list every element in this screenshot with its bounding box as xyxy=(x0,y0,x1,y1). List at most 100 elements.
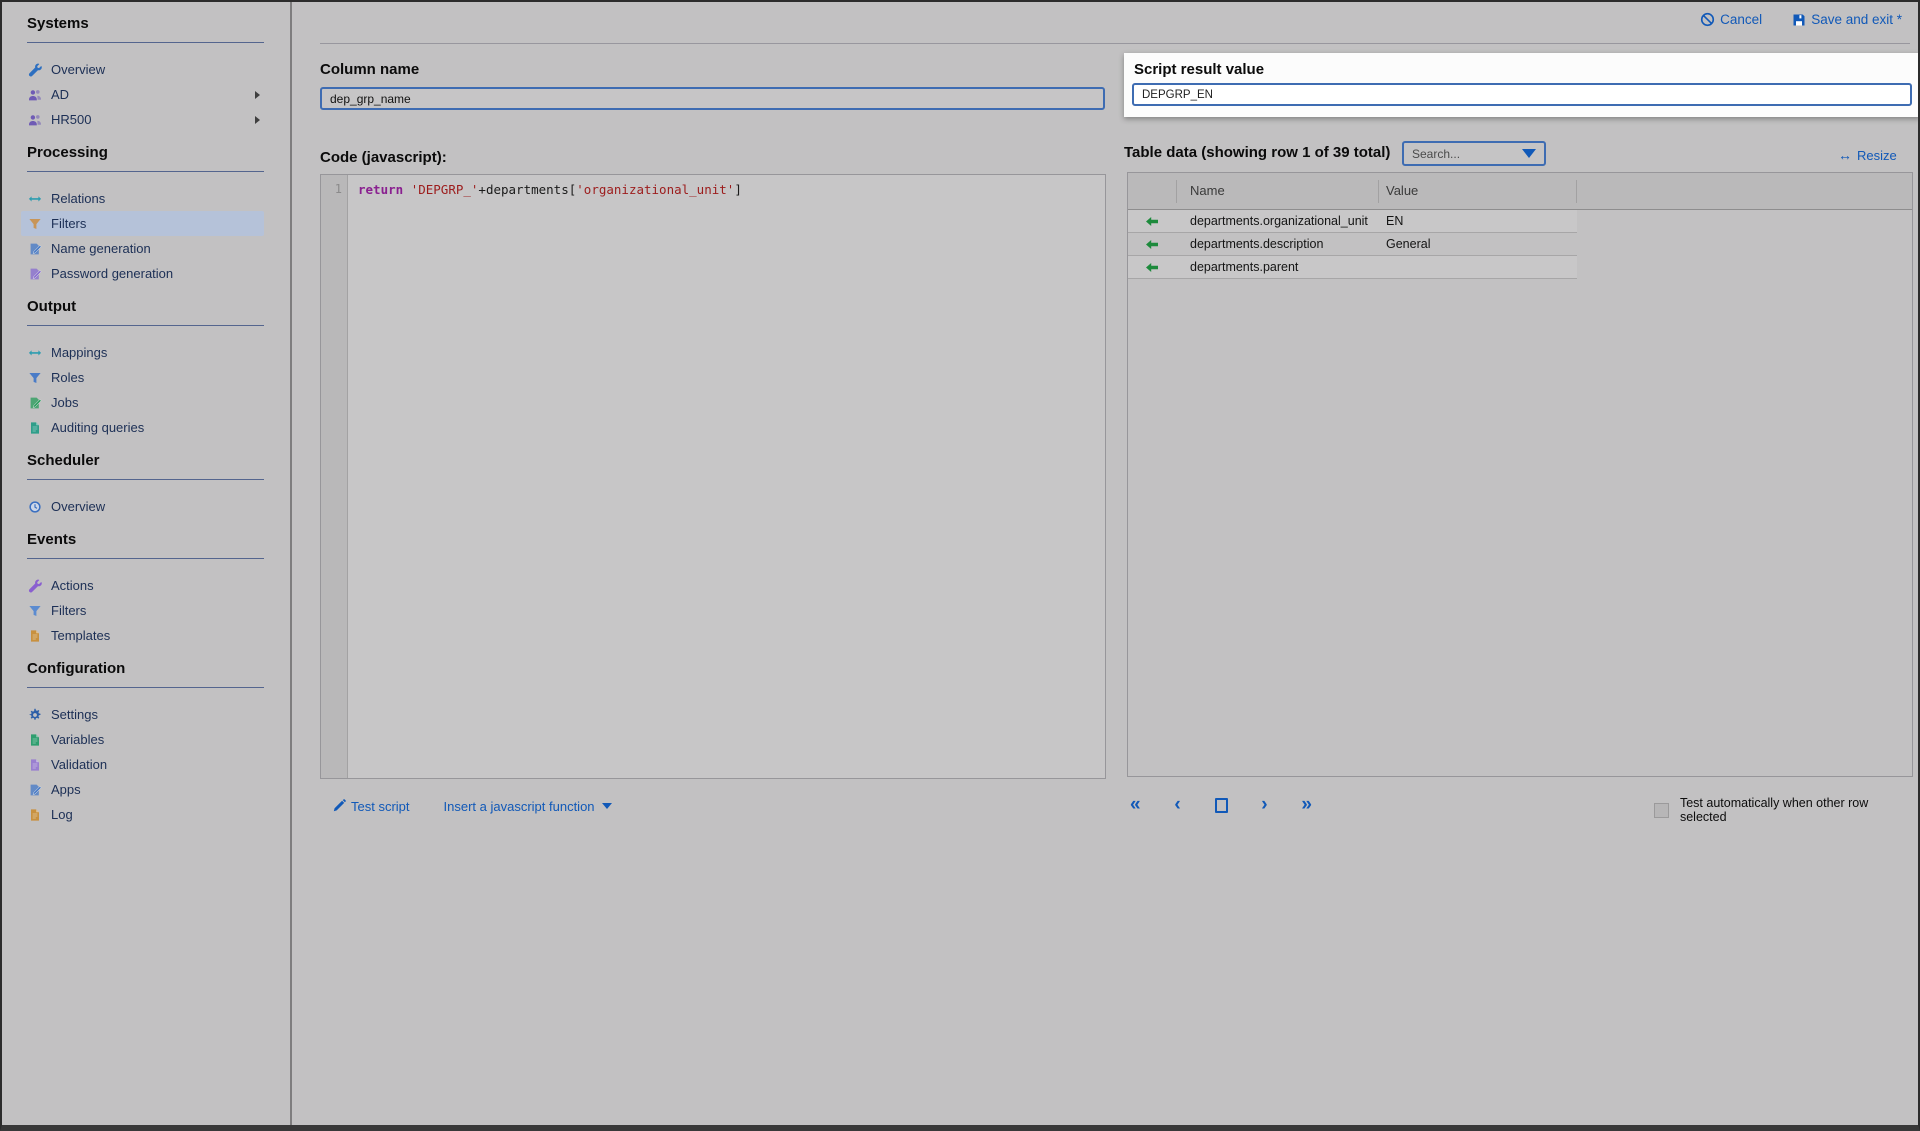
sidebar-item-events-actions[interactable]: Actions xyxy=(21,573,264,598)
sidebar-section-output: OutputMappingsRolesJobsAuditing queries xyxy=(27,298,290,440)
app-window: Systems Overview AD HR500 Processing Relation… xyxy=(0,0,1920,1131)
code-editor[interactable]: 1 return 'DEPGRP_'+departments['organiza… xyxy=(320,174,1106,779)
column-header-value: Value xyxy=(1386,183,1418,198)
arrow-left-icon[interactable] xyxy=(1145,261,1159,274)
sidebar-item-configuration-settings[interactable]: Settings xyxy=(21,702,264,727)
sidebar-item-label: Name generation xyxy=(51,241,151,256)
section-divider xyxy=(27,558,264,559)
sidebar-item-processing-name-generation[interactable]: Name generation xyxy=(21,236,264,261)
code-token-keyword: return xyxy=(358,182,403,197)
script-result-label: Script result value xyxy=(1134,61,1264,78)
next-row-button[interactable]: › xyxy=(1261,793,1267,817)
doc-edit-icon xyxy=(27,267,42,281)
table-data-panel: Name Value departments.organizational_un… xyxy=(1127,172,1913,777)
arrow-left-icon[interactable] xyxy=(1145,238,1159,251)
table-row[interactable]: departments.descriptionGeneral xyxy=(1128,233,1577,256)
doc-edit-icon xyxy=(27,783,42,797)
sidebar-section-title: Systems xyxy=(27,15,290,35)
sidebar-item-configuration-variables[interactable]: Variables xyxy=(21,727,264,752)
sidebar-section-title: Output xyxy=(27,298,290,318)
sidebar-item-label: Password generation xyxy=(51,266,173,281)
sidebar-item-label: Overview xyxy=(51,62,105,77)
sidebar-section-scheduler: SchedulerOverview xyxy=(27,452,290,519)
current-row-button[interactable] xyxy=(1215,798,1228,813)
test-script-button[interactable]: Test script xyxy=(332,799,410,814)
sidebar-item-output-mappings[interactable]: Mappings xyxy=(21,340,264,365)
sidebar-item-scheduler-overview[interactable]: Overview xyxy=(21,494,264,519)
column-name-input[interactable]: dep_grp_name xyxy=(320,87,1105,110)
doc-icon xyxy=(27,808,42,822)
resize-button[interactable]: ↔ Resize xyxy=(1838,147,1897,163)
users-icon xyxy=(27,113,42,127)
caret-down-icon xyxy=(602,803,612,809)
sidebar-item-output-roles[interactable]: Roles xyxy=(21,365,264,390)
users-icon xyxy=(27,88,42,102)
wrench-icon xyxy=(27,63,42,77)
arrow-left-icon[interactable] xyxy=(1145,215,1159,228)
doc-icon xyxy=(27,758,42,772)
sidebar-item-configuration-validation[interactable]: Validation xyxy=(21,752,264,777)
sidebar-item-label: Log xyxy=(51,807,73,822)
code-token-plain xyxy=(403,182,411,197)
section-divider xyxy=(27,325,264,326)
script-result-panel: Script result value DEPGRP_EN xyxy=(1124,53,1920,117)
table-cell-value: EN xyxy=(1386,214,1577,228)
section-divider xyxy=(27,479,264,480)
table-row[interactable]: departments.parent xyxy=(1128,256,1577,279)
arrows-icon xyxy=(27,192,42,206)
sidebar-item-systems-hr500[interactable]: HR500 xyxy=(21,107,264,132)
last-row-button[interactable]: » xyxy=(1301,793,1312,817)
code-token-plain: ] xyxy=(734,182,742,197)
sidebar-item-output-jobs[interactable]: Jobs xyxy=(21,390,264,415)
code-line-number: 1 xyxy=(321,175,348,778)
pen-icon xyxy=(332,799,346,813)
resize-icon: ↔ xyxy=(1838,147,1852,163)
sidebar-item-configuration-apps[interactable]: Apps xyxy=(21,777,264,802)
sidebar-item-label: Filters xyxy=(51,603,86,618)
table-cell-name: departments.description xyxy=(1176,237,1386,251)
save-and-exit-button[interactable]: Save and exit * xyxy=(1792,12,1902,27)
code-content[interactable]: return 'DEPGRP_'+departments['organizati… xyxy=(348,175,742,778)
auto-test-checkbox[interactable] xyxy=(1654,803,1669,818)
sidebar-item-label: Actions xyxy=(51,578,94,593)
sidebar-item-label: Roles xyxy=(51,370,84,385)
sidebar-item-configuration-log[interactable]: Log xyxy=(21,802,264,827)
sidebar-item-label: Apps xyxy=(51,782,81,797)
table-cell-name: departments.parent xyxy=(1176,260,1386,274)
sidebar-item-processing-password-generation[interactable]: Password generation xyxy=(21,261,264,286)
sidebar-section-title: Processing xyxy=(27,144,290,164)
cancel-button[interactable]: Cancel xyxy=(1700,12,1762,27)
sidebar-item-processing-filters[interactable]: Filters xyxy=(21,211,264,236)
chevron-right-icon xyxy=(255,116,260,124)
sidebar-item-label: Relations xyxy=(51,191,105,206)
sidebar-item-events-templates[interactable]: Templates xyxy=(21,623,264,648)
column-header-name: Name xyxy=(1190,183,1225,198)
row-pagination: « ‹ › » xyxy=(1130,793,1312,817)
arrows-icon xyxy=(27,346,42,360)
column-name-label: Column name xyxy=(320,61,419,78)
sidebar-item-events-filters[interactable]: Filters xyxy=(21,598,264,623)
code-token-string: 'organizational_unit' xyxy=(576,182,734,197)
insert-function-dropdown[interactable]: Insert a javascript function xyxy=(444,799,612,814)
table-data-title: Table data (showing row 1 of 39 total) xyxy=(1124,144,1390,161)
code-token-plain: +departments[ xyxy=(478,182,576,197)
sidebar-item-systems-ad[interactable]: AD xyxy=(21,82,264,107)
script-result-input[interactable]: DEPGRP_EN xyxy=(1132,83,1912,106)
sidebar-item-output-auditing-queries[interactable]: Auditing queries xyxy=(21,415,264,440)
previous-row-button[interactable]: ‹ xyxy=(1174,793,1180,817)
first-row-button[interactable]: « xyxy=(1130,793,1141,817)
auto-test-label: Test automatically when other row select… xyxy=(1680,796,1918,824)
sidebar-item-label: HR500 xyxy=(51,112,91,127)
auto-test-option: Test automatically when other row select… xyxy=(1654,796,1918,824)
top-action-bar: Cancel Save and exit * xyxy=(1700,12,1902,27)
sidebar-item-processing-relations[interactable]: Relations xyxy=(21,186,264,211)
sidebar-item-systems-overview[interactable]: Overview xyxy=(21,57,264,82)
funnel-icon xyxy=(27,371,42,385)
table-row[interactable]: departments.organizational_unitEN xyxy=(1128,210,1577,233)
sidebar-section-title: Configuration xyxy=(27,660,290,680)
sidebar-item-label: AD xyxy=(51,87,69,102)
sidebar-section-processing: ProcessingRelationsFiltersName generatio… xyxy=(27,144,290,286)
column-divider xyxy=(1176,180,1177,203)
table-search-combobox[interactable]: Search... xyxy=(1402,141,1546,166)
column-divider xyxy=(1378,180,1379,203)
